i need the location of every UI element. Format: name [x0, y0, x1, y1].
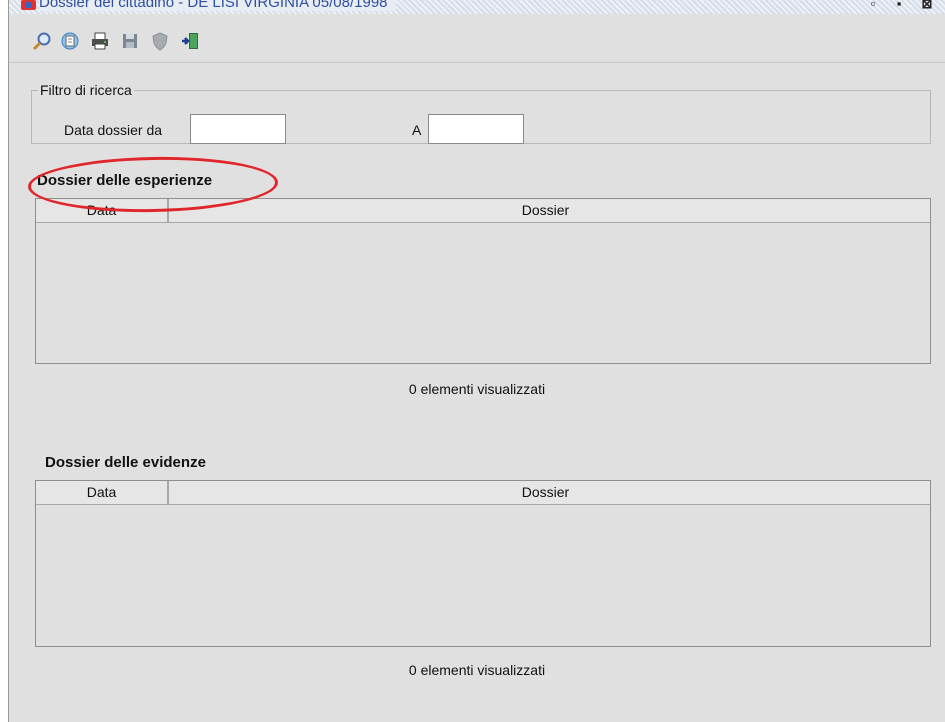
window-title: Dossier del cittadino - DE LISI VIRGINIA… [39, 0, 396, 11]
exit-icon[interactable] [177, 28, 203, 54]
date-to-label: A [412, 122, 422, 138]
date-to-input[interactable] [428, 114, 524, 144]
evidences-table[interactable]: Data Dossier [35, 480, 931, 647]
app-icon [21, 0, 36, 10]
column-header-dossier[interactable]: Dossier [168, 481, 922, 504]
experiences-table-header: Data Dossier [36, 199, 930, 223]
toolbar [9, 28, 945, 56]
experiences-table[interactable]: Data Dossier [35, 198, 931, 364]
experiences-count: 0 elementi visualizzati [408, 381, 546, 397]
print-icon[interactable] [87, 28, 113, 54]
evidences-table-header: Data Dossier [36, 481, 930, 505]
maximize-button[interactable]: ▪ [893, 0, 905, 10]
column-header-data[interactable]: Data [36, 481, 168, 504]
experiences-title: Dossier delle esperienze [37, 172, 213, 189]
dossier-window: Dossier del cittadino - DE LISI VIRGINIA… [8, 0, 945, 722]
search-filter-group: Filtro di ricerca Data dossier da A [31, 82, 931, 144]
print-preview-icon[interactable] [57, 28, 83, 54]
column-header-data[interactable]: Data [36, 199, 168, 222]
minimize-button[interactable]: ▫ [867, 0, 879, 10]
magnifier-icon[interactable] [29, 28, 55, 54]
column-header-dossier[interactable]: Dossier [168, 199, 922, 222]
save-icon[interactable] [117, 28, 143, 54]
date-from-input[interactable] [190, 114, 286, 144]
date-from-label: Data dossier da [64, 122, 163, 138]
evidences-count: 0 elementi visualizzati [408, 662, 546, 678]
close-button[interactable]: ⊠ [921, 0, 933, 10]
toolbar-separator [9, 62, 945, 63]
filter-legend: Filtro di ricerca [40, 82, 132, 98]
evidences-title: Dossier delle evidenze [45, 454, 206, 471]
title-bar[interactable]: Dossier del cittadino - DE LISI VIRGINIA… [9, 0, 945, 14]
shield-icon[interactable] [147, 28, 173, 54]
